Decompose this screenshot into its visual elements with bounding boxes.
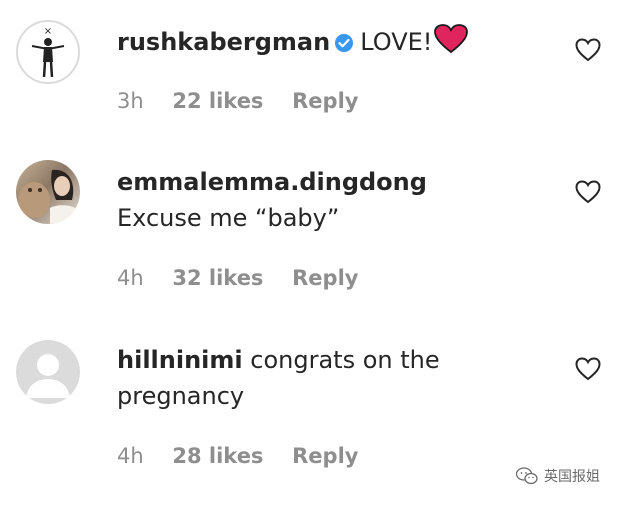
avatar-image: × bbox=[31, 26, 65, 78]
verified-badge-icon bbox=[334, 27, 354, 63]
reply-button[interactable]: Reply bbox=[292, 89, 358, 113]
comment-text: LOVE! bbox=[360, 28, 433, 56]
avatar[interactable]: × bbox=[16, 20, 80, 84]
reply-button[interactable]: Reply bbox=[292, 266, 358, 290]
wechat-icon bbox=[515, 467, 538, 485]
reply-button[interactable]: Reply bbox=[292, 444, 358, 468]
watermark-text: 英国报姐 bbox=[544, 469, 600, 485]
comment-username[interactable]: emmalemma.dingdong bbox=[117, 168, 427, 196]
comment-text: Excuse me “baby” bbox=[117, 204, 340, 232]
comment-time: 4h bbox=[117, 444, 144, 468]
like-heart-icon[interactable] bbox=[575, 38, 601, 62]
avatar-image bbox=[18, 169, 78, 224]
watermark: 英国报姐 bbox=[515, 466, 600, 486]
comment-username[interactable]: rushkabergman bbox=[117, 28, 330, 56]
avatar[interactable] bbox=[16, 160, 80, 224]
like-heart-icon[interactable] bbox=[575, 180, 601, 204]
svg-text:×: × bbox=[44, 26, 52, 37]
comment-time: 3h bbox=[117, 89, 144, 113]
comment-username[interactable]: hillninimi bbox=[117, 346, 243, 374]
comment-likes[interactable]: 32 likes bbox=[172, 266, 263, 290]
comment-likes[interactable]: 28 likes bbox=[172, 444, 263, 468]
comment-time: 4h bbox=[117, 266, 144, 290]
default-avatar-icon bbox=[26, 354, 70, 398]
comment-likes[interactable]: 22 likes bbox=[172, 89, 263, 113]
avatar[interactable] bbox=[16, 340, 80, 404]
like-heart-icon[interactable] bbox=[575, 357, 601, 381]
red-heart-emoji-icon bbox=[434, 24, 469, 64]
